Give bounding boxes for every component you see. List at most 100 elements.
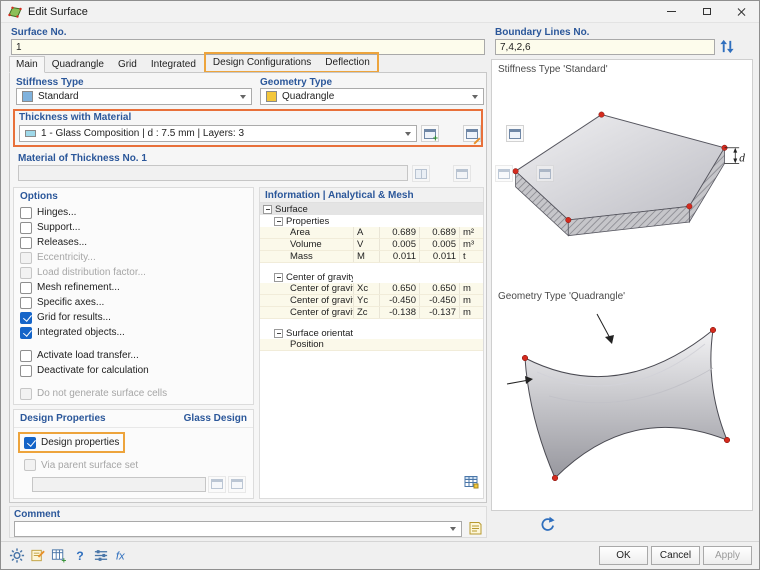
minimize-button[interactable] — [654, 1, 689, 22]
tab-grid[interactable]: Grid — [111, 56, 144, 73]
info-group-row: Surface orientation — [260, 327, 483, 339]
tree-collapse-icon[interactable] — [263, 204, 272, 214]
dialog-icon — [508, 128, 521, 139]
apply-button[interactable]: Apply — [703, 546, 752, 565]
window-title: Edit Surface — [28, 5, 88, 18]
thickness-layers-icon — [25, 130, 36, 137]
geometry-preview-caption: Geometry Type 'Quadrangle' — [498, 291, 626, 302]
plus-icon: + — [432, 133, 438, 143]
material-label: Material of Thickness No. 1 — [18, 153, 147, 164]
design-properties-checkbox[interactable]: Design properties — [22, 435, 119, 450]
info-row-cog-z: Center of gravity Zc -0.138 -0.137 m — [260, 307, 483, 319]
sliders-icon — [94, 550, 108, 561]
annotation-tabs-highlight: Design Configurations Deflection — [203, 52, 379, 73]
checkbox-icon — [20, 326, 32, 339]
close-icon — [737, 7, 747, 17]
edit-surface-dialog: Edit Surface Surface No. Boundary Lines … — [0, 0, 760, 570]
annotation-thickness-highlight: Thickness with Material 1 - Glass Compos… — [13, 109, 524, 147]
info-group-label: Properties — [286, 215, 330, 227]
info-row-volume: Volume V 0.005 0.005 m³ — [260, 239, 483, 251]
new-table-button[interactable]: + — [50, 547, 68, 564]
gear-icon — [9, 548, 25, 563]
information-panel: Information | Analytical & Mesh Surface … — [259, 187, 484, 499]
info-row-mass: Mass M 0.011 0.011 t — [260, 251, 483, 263]
geometry-quadrangle-icon — [266, 91, 277, 102]
preview-panel: Stiffness Type 'Standard' d Geometry Typ… — [491, 59, 753, 511]
formula-icon: fx — [116, 551, 125, 563]
checkbox-icon — [20, 206, 32, 219]
option-support[interactable]: Support... — [14, 220, 253, 235]
option-specific-axes[interactable]: Specific axes... — [14, 295, 253, 310]
tab-design-configurations[interactable]: Design Configurations — [206, 54, 318, 71]
checkbox-icon — [20, 281, 32, 294]
stiffness-type-dropdown[interactable]: Standard — [16, 88, 252, 105]
info-root-label: Surface — [275, 203, 308, 215]
dialog-icon — [539, 168, 552, 179]
info-root-row: Surface — [260, 203, 483, 215]
tree-collapse-icon[interactable] — [274, 328, 283, 338]
material-input — [18, 165, 408, 181]
option-releases[interactable]: Releases... — [14, 235, 253, 250]
tab-bar: Main Quadrangle Grid Integrated Design C… — [9, 52, 379, 73]
new-surface-set-button[interactable] — [208, 475, 226, 493]
close-button[interactable] — [724, 1, 759, 22]
boundary-lines-input[interactable] — [495, 39, 715, 55]
maximize-button[interactable] — [689, 1, 724, 22]
design-properties-panel: Design Properties Glass Design Design pr… — [13, 409, 254, 499]
cancel-button[interactable]: Cancel — [651, 546, 700, 565]
material-info-button[interactable] — [536, 165, 555, 182]
stiffness-preview-image: d — [512, 111, 745, 237]
renumber-lines-button[interactable] — [718, 38, 736, 55]
option-hinges[interactable]: Hinges... — [14, 205, 253, 220]
thickness-label: Thickness with Material — [19, 112, 132, 123]
tab-main[interactable]: Main — [9, 56, 45, 73]
footer-bar: + ? fx OK Cancel Apply — [1, 541, 759, 569]
display-settings-button[interactable] — [92, 547, 110, 564]
edit-comment-button[interactable] — [29, 547, 47, 564]
minimize-icon — [667, 11, 676, 12]
formula-button[interactable]: fx — [113, 547, 131, 564]
edit-thickness-button[interactable] — [463, 125, 482, 145]
ok-button[interactable]: OK — [599, 546, 648, 565]
comment-combobox[interactable] — [14, 521, 462, 537]
info-group-label: Center of gravity — [286, 271, 353, 283]
info-row-cog-x: Center of gravity Xc 0.650 0.650 m — [260, 283, 483, 295]
new-dialog-icon — [456, 168, 469, 179]
design-properties-label: Design Properties — [20, 413, 106, 424]
settings-button[interactable] — [8, 547, 26, 564]
option-activate-load-transfer[interactable]: Activate load transfer... — [14, 348, 253, 363]
window-controls — [654, 1, 759, 22]
table-icon — [464, 476, 479, 489]
checkbox-icon — [20, 266, 32, 279]
material-library-button[interactable] — [412, 165, 430, 182]
edit-surface-set-button[interactable] — [228, 475, 246, 493]
new-thickness-button[interactable]: + — [421, 125, 439, 143]
option-deactivate-for-calculation[interactable]: Deactivate for calculation — [14, 363, 253, 378]
tree-collapse-icon[interactable] — [274, 272, 283, 282]
tab-deflection[interactable]: Deflection — [318, 54, 376, 71]
svg-text:?: ? — [76, 549, 83, 563]
info-export-table-button[interactable] — [464, 475, 479, 494]
library-book-icon — [415, 168, 427, 179]
edit-dialog-icon — [466, 128, 479, 139]
new-material-button[interactable] — [453, 165, 472, 182]
annotation-design-properties-highlight: Design properties — [18, 432, 126, 453]
tab-quadrangle[interactable]: Quadrangle — [45, 56, 111, 73]
glass-design-label: Glass Design — [183, 413, 247, 424]
stiffness-type-label: Stiffness Type — [16, 77, 84, 88]
maximize-icon — [702, 8, 711, 15]
option-grid-for-results[interactable]: Grid for results... — [14, 310, 253, 325]
thickness-info-button[interactable] — [505, 125, 524, 142]
comment-templates-button[interactable] — [466, 520, 484, 537]
surface-no-label: Surface No. — [11, 27, 67, 38]
new-dialog-icon — [211, 479, 223, 489]
geometry-type-dropdown[interactable]: Quadrangle — [260, 88, 484, 105]
option-integrated-objects[interactable]: Integrated objects... — [14, 325, 253, 340]
tab-integrated[interactable]: Integrated — [144, 56, 203, 73]
edit-material-button[interactable] — [494, 165, 513, 182]
thickness-dropdown[interactable]: 1 - Glass Composition | d : 7.5 mm | Lay… — [19, 125, 417, 142]
option-mesh-refinement[interactable]: Mesh refinement... — [14, 280, 253, 295]
tree-collapse-icon[interactable] — [274, 216, 283, 226]
context-help-button[interactable]: ? — [71, 547, 89, 564]
regenerate-geometry-button[interactable] — [538, 516, 556, 533]
